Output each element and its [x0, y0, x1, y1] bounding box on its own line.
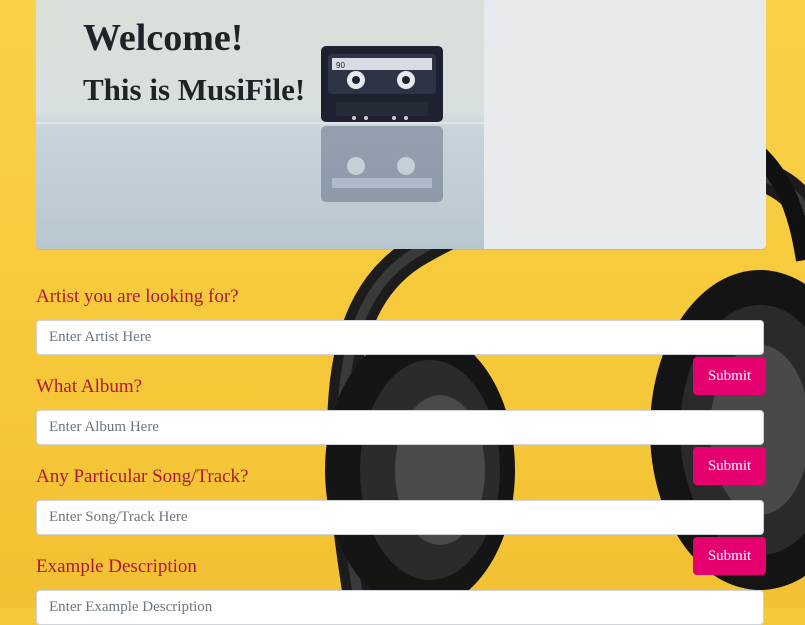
cassette-label-number: 90	[336, 61, 345, 70]
album-submit-button[interactable]: Submit	[693, 447, 766, 485]
song-track-label: Any Particular Song/Track?	[36, 466, 249, 487]
app-title-heading: This is MusiFile!	[83, 72, 306, 107]
welcome-heading: Welcome!	[83, 17, 244, 59]
album-input[interactable]	[36, 410, 764, 445]
example-description-label: Example Description	[36, 556, 197, 577]
artist-submit-button[interactable]: Submit	[693, 357, 766, 395]
album-label: What Album?	[36, 376, 143, 397]
song-track-submit-button[interactable]: Submit	[693, 537, 766, 575]
artist-label: Artist you are looking for?	[36, 286, 239, 307]
artist-input[interactable]	[36, 320, 764, 355]
hero-banner: 90 Welcome! This is MusiFile!	[36, 0, 766, 249]
song-track-input[interactable]	[36, 500, 764, 535]
